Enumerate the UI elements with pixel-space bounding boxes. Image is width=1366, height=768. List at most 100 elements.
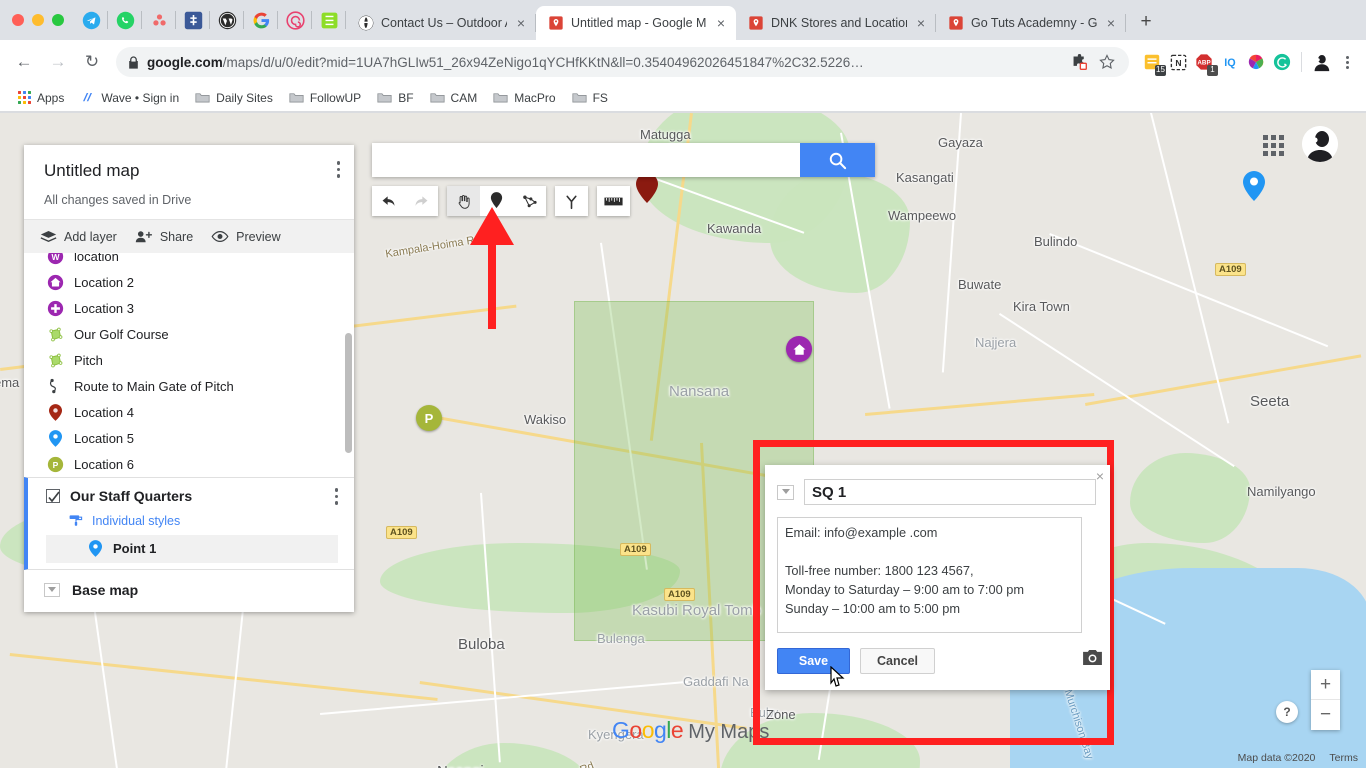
panel-scrollbar[interactable] [345, 333, 352, 453]
layer-header[interactable]: Our Staff Quarters [28, 488, 354, 505]
grammarly-icon[interactable] [1271, 51, 1293, 73]
tab-close-button[interactable]: × [714, 16, 728, 30]
browser-menu-button[interactable] [1336, 55, 1358, 69]
color-wheel-extension-icon[interactable] [1245, 51, 1267, 73]
map-marker-dark-red-pin[interactable] [636, 173, 658, 203]
close-window-button[interactable] [12, 14, 24, 26]
map-marker-home-purple[interactable] [786, 336, 812, 362]
chevron-down-icon[interactable] [44, 582, 60, 597]
close-icon[interactable]: × [1096, 468, 1104, 484]
blue-pin-marker-icon [86, 540, 104, 558]
layer-feature-list: W location Location 2 Location 3 Our Gol… [24, 253, 354, 477]
undo-button[interactable] [372, 186, 405, 216]
map-label: Namilyango [1247, 484, 1316, 499]
tab-title: Untitled map - Google M [571, 16, 707, 30]
notion-clipper-icon[interactable]: N [1167, 51, 1189, 73]
reload-button[interactable]: ↻ [76, 46, 108, 78]
feature-description-textarea[interactable] [777, 517, 1082, 633]
layer-menu-button[interactable] [334, 488, 338, 505]
search-input[interactable] [372, 143, 800, 177]
feature-item-location-5[interactable]: Location 5 [24, 425, 354, 451]
extension-puzzle-icon[interactable] [1069, 52, 1089, 72]
pinned-tab-plugin[interactable] [176, 0, 210, 40]
bookmark-fs[interactable]: FS [564, 88, 616, 108]
search-button[interactable] [800, 143, 875, 177]
add-layer-button[interactable]: Add layer [40, 230, 117, 244]
map-marker-parking[interactable]: P [416, 405, 442, 431]
user-avatar[interactable] [1302, 126, 1338, 162]
bookmark-macpro[interactable]: MacPro [485, 88, 563, 108]
address-bar[interactable]: google.com/maps/d/u/0/edit?mid=1UA7hGLIw… [116, 47, 1129, 77]
feature-scroll-area[interactable]: W location Location 2 Location 3 Our Gol… [24, 253, 354, 477]
camera-icon[interactable] [1083, 649, 1102, 670]
pinned-tab-spiral[interactable] [278, 0, 312, 40]
bookmark-label: BF [398, 90, 414, 105]
bookmark-apps[interactable]: Apps [10, 88, 72, 108]
pinned-tab-google[interactable] [244, 0, 278, 40]
feature-item-location-3[interactable]: Location 3 [24, 295, 354, 321]
new-tab-button[interactable]: + [1132, 8, 1160, 36]
tab-strip: Contact Us – Outdoor Ad × Untitled map -… [0, 0, 1366, 40]
feature-item-location-2[interactable]: Location 2 [24, 269, 354, 295]
bookmark-daily-sites[interactable]: Daily Sites [187, 88, 281, 108]
bookmark-wave[interactable]: Wave • Sign in [72, 87, 187, 108]
feature-item-location[interactable]: W location [24, 253, 354, 269]
iq-extension-icon[interactable]: IQ [1219, 51, 1241, 73]
feature-item-location-6[interactable]: P Location 6 [24, 451, 354, 477]
directions-tool-button[interactable] [555, 186, 588, 216]
back-button[interactable]: ← [8, 46, 40, 78]
browser-tab-untitled-map[interactable]: Untitled map - Google M × [536, 6, 736, 40]
map-marker-blue-pin[interactable] [1243, 171, 1265, 201]
layer-visibility-checkbox[interactable] [46, 489, 60, 504]
minimize-window-button[interactable] [32, 14, 44, 26]
measure-tool-button[interactable] [597, 186, 630, 216]
pinned-tab-wordpress[interactable] [210, 0, 244, 40]
feature-title-input[interactable] [804, 479, 1096, 505]
feature-item-our-golf-course[interactable]: Our Golf Course [24, 321, 354, 347]
wordpress-icon [218, 11, 236, 29]
help-button[interactable]: ? [1276, 701, 1298, 723]
base-map-row[interactable]: Base map [24, 570, 354, 612]
share-button[interactable]: Share [135, 229, 193, 244]
user-avatar[interactable] [1310, 51, 1332, 73]
feature-item-route-to-main-gate[interactable]: Route to Main Gate of Pitch [24, 373, 354, 399]
zoom-in-button[interactable]: + [1311, 670, 1340, 700]
notepad-extension-icon[interactable]: 15 [1141, 51, 1166, 76]
maps-pin-icon [949, 16, 963, 30]
terms-link[interactable]: Terms [1329, 752, 1358, 764]
redo-button[interactable] [405, 186, 438, 216]
chevron-down-icon[interactable] [777, 484, 794, 500]
tab-close-button[interactable]: × [514, 16, 528, 30]
map-label: Buwate [958, 277, 1002, 292]
browser-tab-contact-us[interactable]: Contact Us – Outdoor Ad × [346, 6, 536, 40]
maximize-window-button[interactable] [52, 14, 64, 26]
adblock-plus-icon[interactable]: ABP 1 [1193, 51, 1218, 76]
panel-menu-button[interactable] [336, 161, 340, 178]
extension-badge: 15 [1155, 65, 1166, 76]
feature-item-pitch[interactable]: Pitch [24, 347, 354, 373]
feature-item-location-4[interactable]: Location 4 [24, 399, 354, 425]
map-title[interactable]: Untitled map [44, 161, 336, 181]
zoom-out-button[interactable]: − [1311, 700, 1340, 730]
pinned-tab-evernote[interactable] [312, 0, 346, 40]
bookmark-star-icon[interactable] [1097, 52, 1117, 72]
apps-grid-icon[interactable] [1263, 135, 1284, 156]
bookmark-followup[interactable]: FollowUP [281, 88, 369, 108]
cancel-button[interactable]: Cancel [860, 648, 935, 674]
bookmark-cam[interactable]: CAM [422, 88, 486, 108]
forward-button[interactable]: → [42, 46, 74, 78]
tab-close-button[interactable]: × [914, 16, 928, 30]
pinned-tab-telegram[interactable] [74, 0, 108, 40]
pinned-tab-whatsapp[interactable] [108, 0, 142, 40]
feature-label: Our Golf Course [74, 326, 169, 342]
tab-close-button[interactable]: × [1104, 16, 1118, 30]
layer-point-item-point-1[interactable]: Point 1 [46, 534, 338, 563]
preview-button[interactable]: Preview [211, 230, 281, 244]
individual-styles-link[interactable]: Individual styles [28, 505, 354, 535]
browser-tab-go-tuts[interactable]: Go Tuts Academny - Go × [936, 6, 1126, 40]
bookmark-bf[interactable]: BF [369, 88, 421, 108]
pinned-tab-asana[interactable] [142, 0, 176, 40]
google-icon [253, 12, 269, 28]
folder-icon [195, 93, 210, 103]
browser-tab-dnk-stores[interactable]: DNK Stores and Location × [736, 6, 936, 40]
